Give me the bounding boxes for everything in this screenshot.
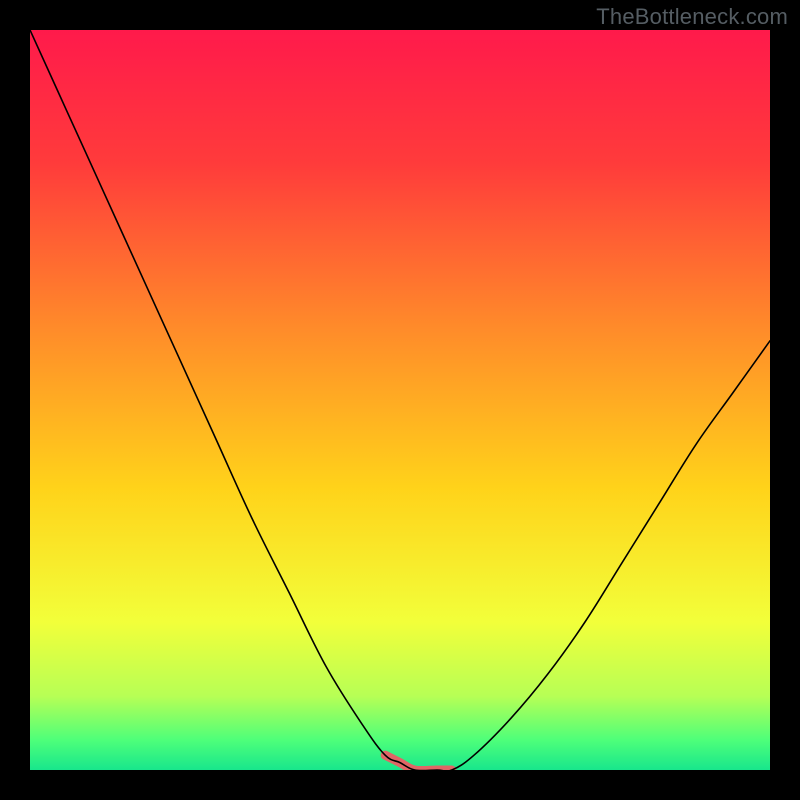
chart-svg [30,30,770,770]
plot-area [30,30,770,770]
chart-frame: { "watermark": "TheBottleneck.com", "col… [0,0,800,800]
watermark-text: TheBottleneck.com [596,4,788,30]
gradient-background [30,30,770,770]
